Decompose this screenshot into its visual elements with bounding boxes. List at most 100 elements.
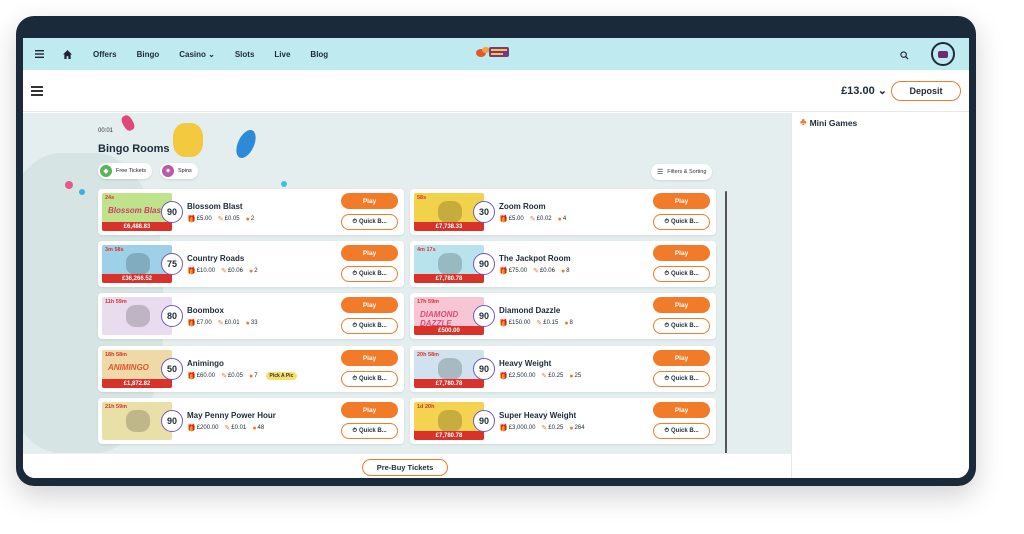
top-nav: Offers Bingo Casino ⌄ Slots Live Blog <box>23 38 969 70</box>
free-tickets-filter[interactable]: ◆ Free Tickets <box>98 163 152 179</box>
confetti-dot <box>65 181 73 189</box>
nav-casino[interactable]: Casino ⌄ <box>179 50 215 59</box>
room-list-scrollbar[interactable] <box>725 191 727 456</box>
room-card[interactable]: 24s Blossom Blast £6,488.83 90 Blossom B… <box>98 189 404 235</box>
quick-buy-button[interactable]: ⏱ Quick B... <box>653 266 710 282</box>
play-button[interactable]: Play <box>341 193 398 209</box>
nav-slots[interactable]: Slots <box>235 50 255 59</box>
player-count: 4 <box>562 216 567 222</box>
home-icon[interactable] <box>61 48 73 60</box>
chevron-down-icon: ⌄ <box>877 85 887 97</box>
play-button[interactable]: Play <box>653 350 710 366</box>
room-countdown: 21h 59m <box>105 404 128 410</box>
search-icon[interactable] <box>900 47 909 65</box>
pre-buy-tickets-button[interactable]: Pre-Buy Tickets <box>362 459 448 476</box>
nav-offers[interactable]: Offers <box>93 50 117 59</box>
sidebar-title: Mini Games <box>809 117 858 128</box>
quick-buy-label: Quick B... <box>671 376 699 382</box>
play-button[interactable]: Play <box>341 350 398 366</box>
room-countdown: 1d 20h <box>417 404 435 410</box>
room-card[interactable]: 4m 17s £7,780.78 90 The Jackpot Room 🎁 £7… <box>410 241 716 287</box>
quick-buy-button[interactable]: ⏱ Quick B... <box>341 214 398 230</box>
jackpot-banner: £7,738.33 <box>414 222 484 231</box>
filters-sorting-button[interactable]: ☰ Filters & Sorting <box>651 164 713 180</box>
players-icon: ● <box>564 319 569 327</box>
nav-live[interactable]: Live <box>274 50 290 59</box>
ticket-price: £0.06 <box>539 268 555 274</box>
secondary-menu-icon[interactable] <box>31 86 43 96</box>
spins-filter[interactable]: ✷ Spins <box>160 163 198 179</box>
room-art <box>438 253 462 275</box>
room-name: Zoom Room <box>499 202 546 211</box>
brand-logo[interactable] <box>475 44 511 60</box>
gift-icon: 🎁 <box>499 216 508 223</box>
clock-icon: ⏱ <box>352 270 357 277</box>
player-count: 48 <box>257 425 265 431</box>
quick-buy-button[interactable]: ⏱ Quick B... <box>341 371 398 387</box>
quick-buy-button[interactable]: ⏱ Quick B... <box>341 266 398 282</box>
room-stats: 🎁 £60.00 ✎ £0.05 ● 7 Pick A Pic <box>187 372 298 380</box>
play-button[interactable]: Play <box>341 297 398 313</box>
bingo-ball-badge: 90 <box>161 201 183 223</box>
room-card[interactable]: 18h 58m ANIMINGO £1,872.82 50 Animingo 🎁… <box>98 346 404 392</box>
room-countdown: 11h 59m <box>105 299 127 305</box>
mini-games-title[interactable]: ♣ Mini Games <box>800 117 857 128</box>
room-art <box>438 201 462 223</box>
nav-bingo[interactable]: Bingo <box>137 50 160 59</box>
quick-buy-button[interactable]: ⏱ Quick B... <box>653 214 710 230</box>
play-button[interactable]: Play <box>653 245 710 261</box>
player-count: 8 <box>569 320 573 326</box>
room-countdown: 18h 58m <box>105 352 128 358</box>
room-stats: 🎁 £150.00 ✎ £0.15 ● 8 <box>499 319 573 328</box>
pick-a-pic-badge: Pick A Pic <box>265 372 298 380</box>
gift-icon: 🎁 <box>499 268 508 275</box>
room-name: Animingo <box>187 359 224 368</box>
room-stats: 🎁 £5.00 ✎ £0.05 ● 2 <box>187 215 254 224</box>
ticket-price: £0.01 <box>224 320 240 326</box>
room-art-title: ANIMINGO <box>108 363 149 372</box>
quick-buy-button[interactable]: ⏱ Quick B... <box>341 423 398 439</box>
players-icon: ● <box>252 424 257 432</box>
room-card[interactable]: 21h 59m 90 May Penny Power Hour 🎁 £200.00… <box>98 398 404 444</box>
player-count: 264 <box>574 425 585 431</box>
quick-buy-label: Quick B... <box>359 428 387 434</box>
ticket-price-icon: ✎ <box>541 425 548 432</box>
ticket-prize: £200.00 <box>196 425 219 431</box>
play-button[interactable]: Play <box>341 245 398 261</box>
balance-display[interactable]: £13.00 ⌄ <box>841 84 887 97</box>
play-button[interactable]: Play <box>341 402 398 418</box>
room-card[interactable]: 1d 20h £7,780.78 90 Super Heavy Weight 🎁… <box>410 398 716 444</box>
chip-label: Spins <box>178 168 192 174</box>
room-card[interactable]: 58s £7,738.33 30 Zoom Room 🎁 £5.00 ✎ £0.02… <box>410 189 716 235</box>
jackpot-banner: £6,488.83 <box>102 222 172 231</box>
quick-buy-button[interactable]: ⏱ Quick B... <box>653 423 710 439</box>
room-card[interactable]: 17h 59m DIAMOND DAZZLE £500.00 90 Diamon… <box>410 293 716 339</box>
clock-icon: ⏱ <box>352 375 357 382</box>
quick-buy-button[interactable]: ⏱ Quick B... <box>341 318 398 334</box>
play-button[interactable]: Play <box>653 402 710 418</box>
bingo-ball-badge: 90 <box>473 305 495 327</box>
quick-buy-button[interactable]: ⏱ Quick B... <box>653 371 710 387</box>
room-stats: 🎁 £200.00 ✎ £0.01 ● 48 <box>187 424 265 433</box>
quick-buy-label: Quick B... <box>359 219 387 225</box>
play-button[interactable]: Play <box>653 297 710 313</box>
ticket-icon: ◆ <box>100 165 112 177</box>
players-icon: ● <box>560 267 566 275</box>
balloon-art <box>232 127 260 161</box>
room-art <box>438 410 462 432</box>
play-button[interactable]: Play <box>653 193 710 209</box>
menu-icon[interactable] <box>33 48 45 60</box>
bingo-ball-badge: 30 <box>473 201 495 223</box>
room-card[interactable]: 3m 58s £36,266.52 75 Country Roads 🎁 £10.… <box>98 241 404 287</box>
ticket-prize: £5.00 <box>508 216 524 222</box>
deposit-button[interactable]: Deposit <box>891 81 961 101</box>
gift-icon: 🎁 <box>187 320 196 327</box>
nav-blog[interactable]: Blog <box>310 50 328 59</box>
quick-buy-button[interactable]: ⏱ Quick B... <box>653 318 710 334</box>
players-icon: ● <box>245 319 250 327</box>
page-title: Bingo Rooms <box>98 143 170 155</box>
room-card[interactable]: 11h 59m 80 Boombox 🎁 £7.00 ✎ £0.01 ● 33 Pla… <box>98 293 404 339</box>
quick-buy-label: Quick B... <box>671 428 699 434</box>
wallet-button[interactable] <box>931 42 955 66</box>
room-card[interactable]: 20h 58m £7,780.78 90 Heavy Weight 🎁 £2,50… <box>410 346 716 392</box>
